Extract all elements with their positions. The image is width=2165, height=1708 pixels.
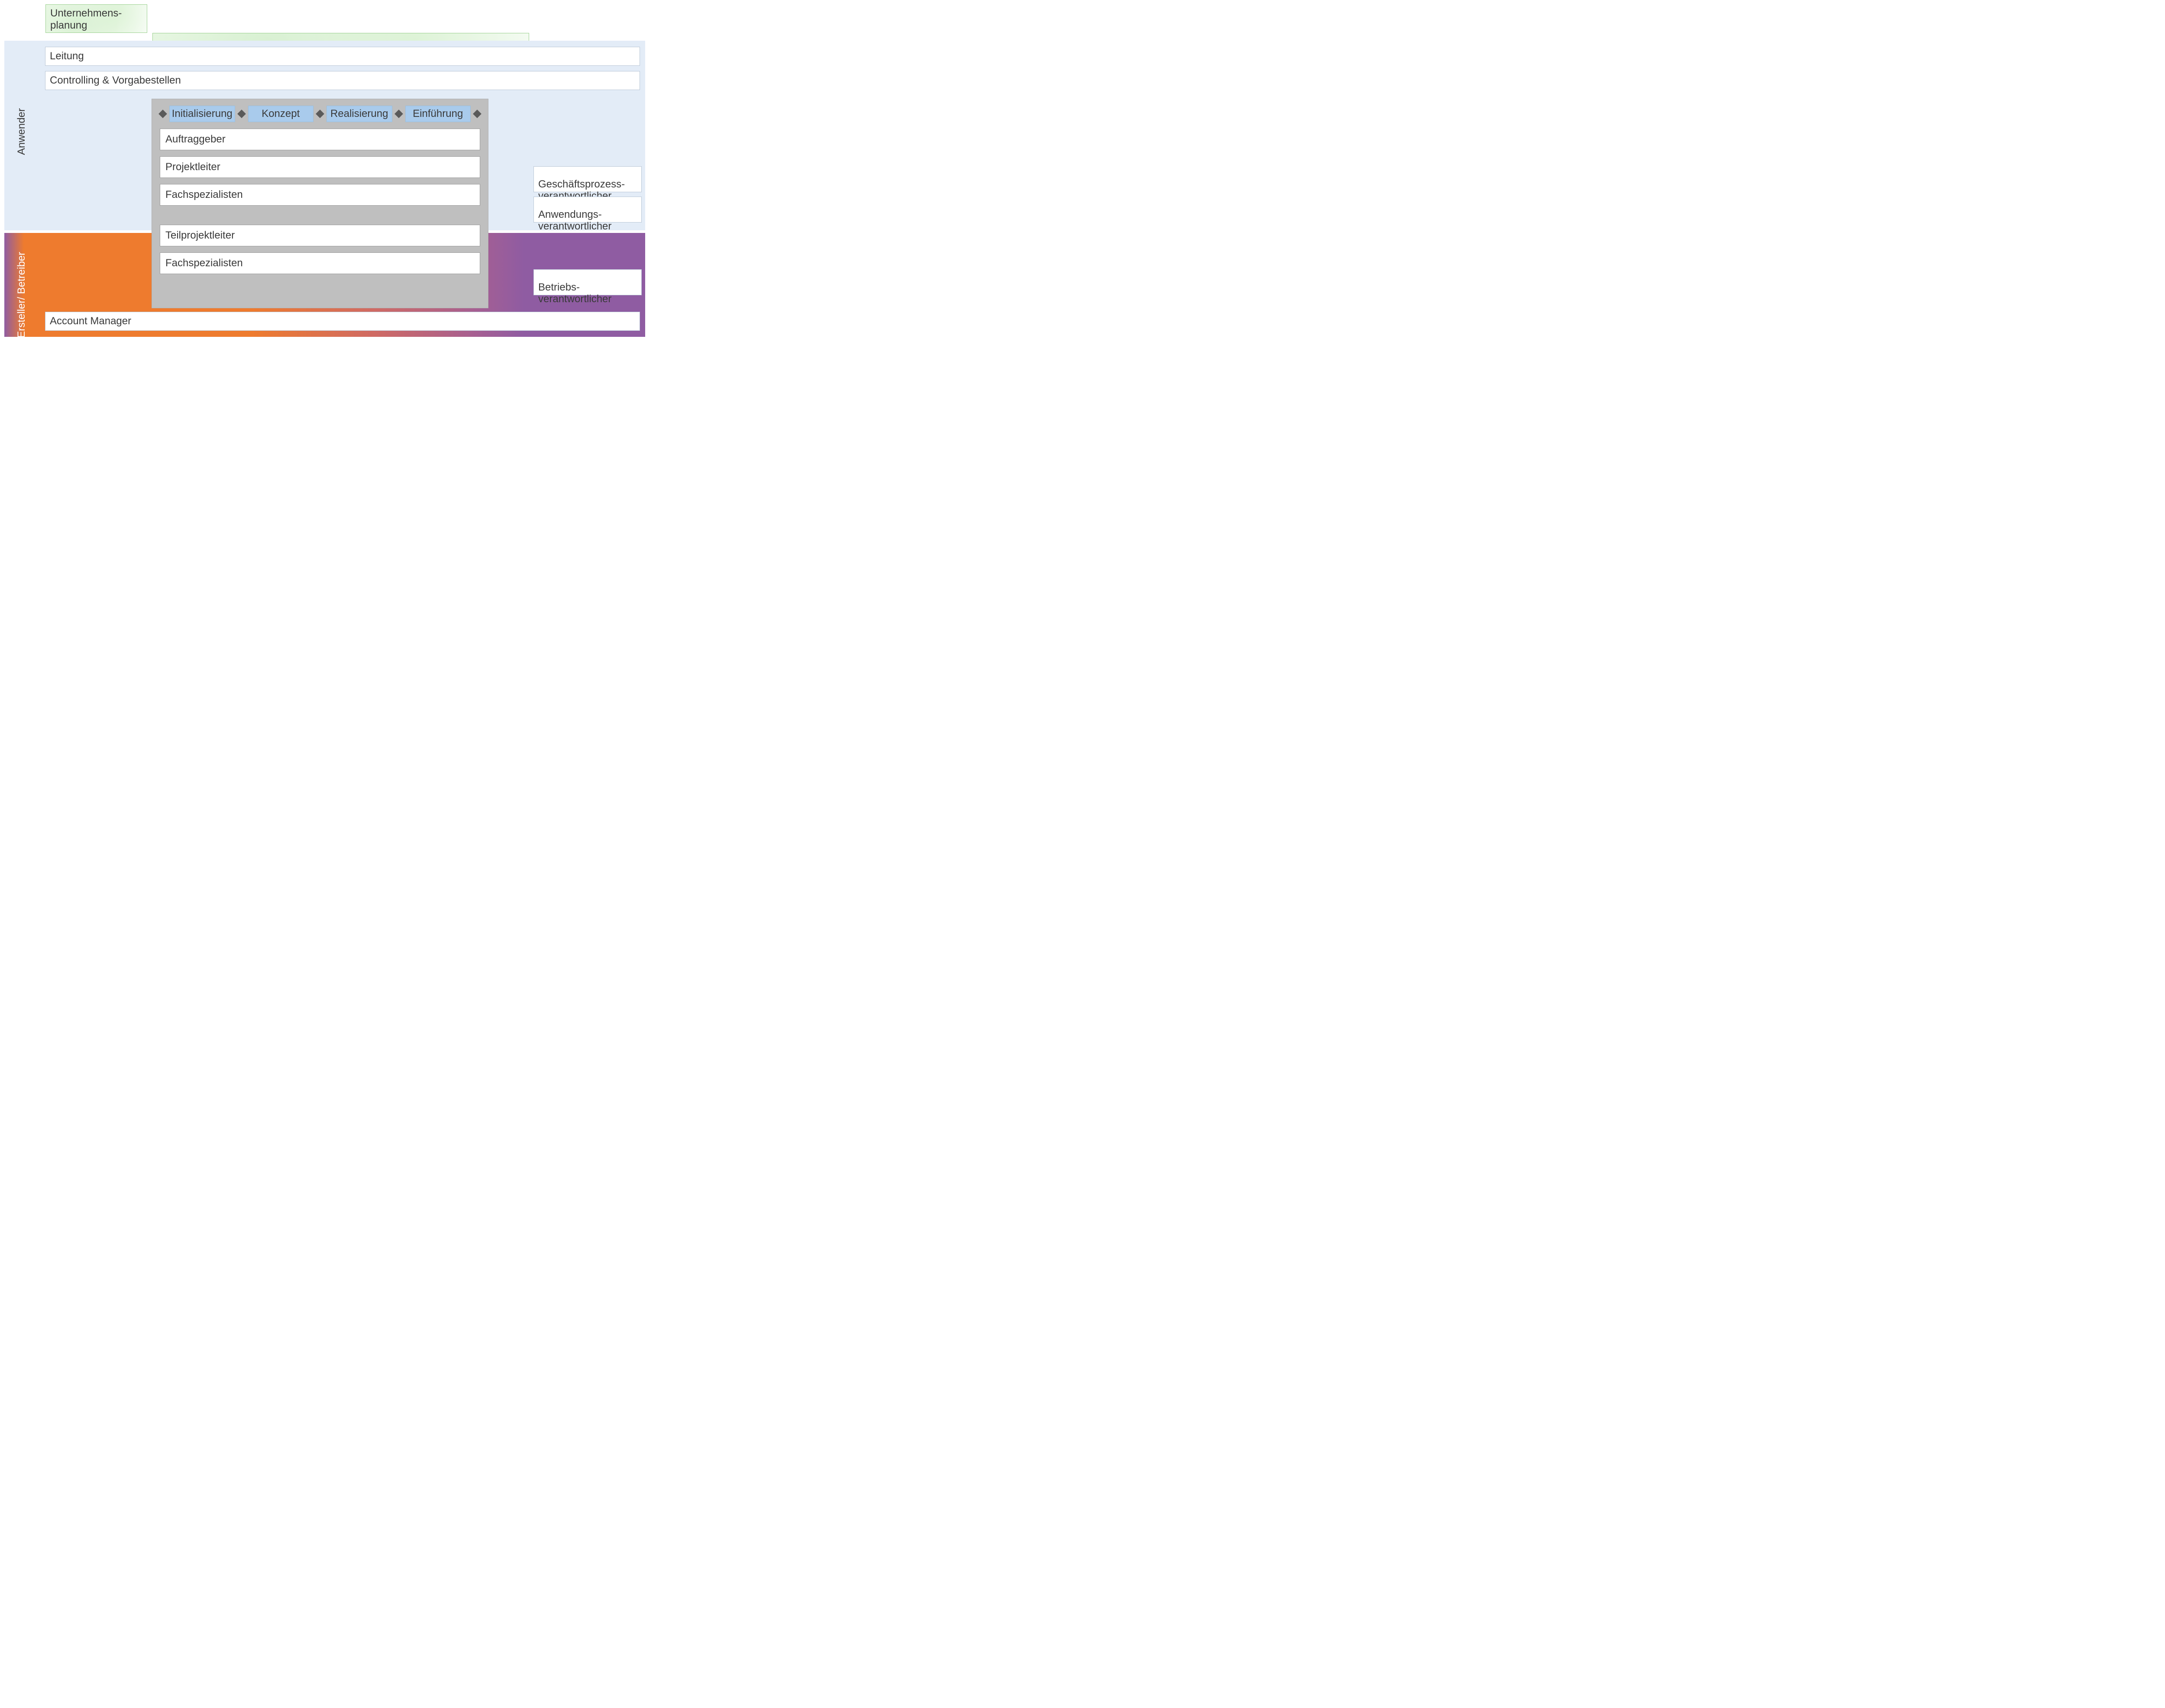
role-anwendungsverantwortlicher: Anwendungs- verantwortlicher: [533, 197, 642, 223]
milestone-diamond-icon: [473, 110, 481, 118]
role-fachspezialisten-anwender: Fachspezialisten: [160, 184, 480, 206]
roles-diagram: Unternehmens- planung Umsetzung der Unte…: [0, 0, 650, 339]
header-planning: Unternehmens- planung: [45, 4, 147, 33]
phase-row: Initialisierung Konzept Realisierung Ein…: [160, 105, 480, 123]
role-geschaeftsprozessverantwortlicher: Geschäftsprozess- verantwortlicher: [533, 166, 642, 192]
role-controlling: Controlling & Vorgabestellen: [45, 71, 640, 90]
role-account-manager: Account Manager: [45, 312, 640, 331]
role-teilprojektleiter: Teilprojektleiter: [160, 225, 480, 246]
role-projektleiter-label: Projektleiter: [165, 161, 220, 173]
phase-einfuehrung: Einführung: [405, 106, 471, 122]
role-fachspezialisten-ersteller-label: Fachspezialisten: [165, 257, 243, 269]
role-account-manager-label: Account Manager: [50, 315, 131, 327]
milestone-diamond-icon: [316, 110, 324, 118]
phase-initialisierung-label: Initialisierung: [172, 108, 233, 119]
role-bv-label: Betriebs- verantwortlicher: [538, 281, 611, 304]
role-auftraggeber-label: Auftraggeber: [165, 133, 226, 145]
phase-initialisierung: Initialisierung: [169, 106, 235, 122]
phase-realisierung: Realisierung: [326, 106, 392, 122]
header-planning-label: Unternehmens- planung: [46, 5, 147, 33]
phase-konzept: Konzept: [248, 106, 314, 122]
role-projektleiter: Projektleiter: [160, 156, 480, 178]
project-block: Initialisierung Konzept Realisierung Ein…: [152, 99, 488, 308]
lane-ersteller-label: Ersteller/ Betreiber: [16, 243, 27, 347]
role-fachspezialisten-ersteller: Fachspezialisten: [160, 252, 480, 274]
role-controlling-label: Controlling & Vorgabestellen: [50, 74, 181, 87]
phase-realisierung-label: Realisierung: [330, 108, 388, 119]
role-teilprojektleiter-label: Teilprojektleiter: [165, 229, 235, 242]
role-leitung: Leitung: [45, 47, 640, 66]
milestone-diamond-icon: [394, 110, 403, 118]
phase-konzept-label: Konzept: [262, 108, 300, 119]
role-fachspezialisten-anwender-label: Fachspezialisten: [165, 189, 243, 201]
role-auftraggeber: Auftraggeber: [160, 129, 480, 150]
lane-anwender-label: Anwender: [16, 84, 28, 179]
phase-einfuehrung-label: Einführung: [413, 108, 463, 119]
role-av-label: Anwendungs- verantwortlicher: [538, 209, 611, 232]
milestone-diamond-icon: [237, 110, 246, 118]
role-betriebsverantwortlicher: Betriebs- verantwortlicher: [533, 269, 642, 295]
role-leitung-label: Leitung: [50, 50, 84, 62]
milestone-diamond-icon: [158, 110, 167, 118]
